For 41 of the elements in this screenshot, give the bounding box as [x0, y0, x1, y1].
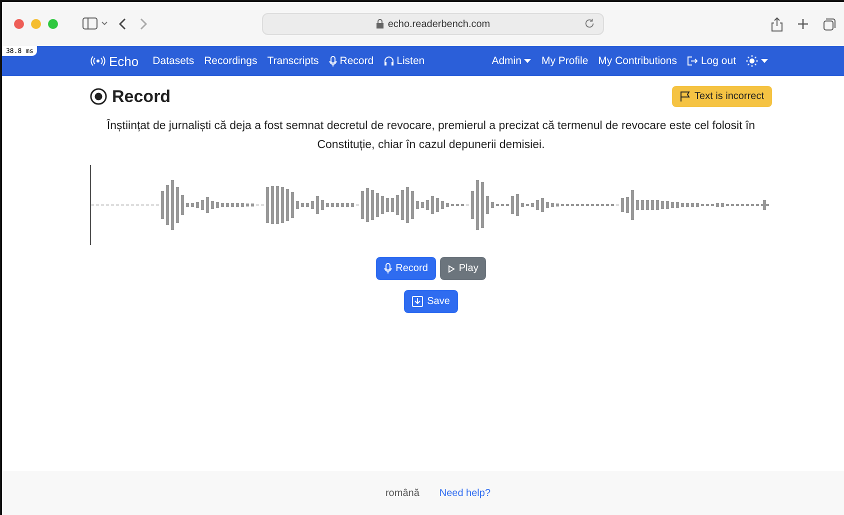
nav-link[interactable]: My Contributions — [598, 55, 677, 67]
tabs-overview-icon[interactable] — [823, 18, 836, 30]
nav-link[interactable]: Listen — [384, 55, 425, 67]
back-icon[interactable] — [118, 17, 128, 31]
download-icon — [412, 296, 424, 307]
language-label: română — [385, 488, 420, 498]
address-bar[interactable]: echo.readerbench.com — [262, 13, 604, 35]
play-icon — [448, 264, 455, 272]
brand-link[interactable]: Echo — [90, 54, 139, 68]
microphone-icon — [384, 263, 392, 274]
sun-icon — [746, 55, 758, 67]
caret-icon — [524, 58, 532, 64]
flag-icon — [680, 91, 691, 102]
headphones-icon — [384, 56, 394, 66]
caret-icon — [761, 58, 768, 64]
nav-link[interactable]: Recordings — [204, 55, 258, 67]
share-icon[interactable] — [771, 16, 783, 32]
prompt-text: Înștiințat de jurnaliști că deja a fost semnat decretul de revocare, premierul a precizat că termenul de revocare este cel folosit în Constituție, chiar în cazul depunerii demisiei. — [106, 118, 756, 153]
page-title: Record — [90, 86, 171, 106]
nav-link[interactable]: My Profile — [541, 55, 588, 67]
lock-icon — [376, 19, 384, 29]
nav-link[interactable]: Transcripts — [267, 55, 319, 67]
save-button[interactable]: Save — [404, 290, 458, 313]
report-button[interactable]: Text is incorrect — [672, 86, 772, 107]
microphone-icon — [328, 56, 337, 66]
theme-toggle[interactable] — [746, 55, 768, 67]
play-button[interactable]: Play — [440, 257, 486, 280]
new-tab-icon[interactable] — [797, 18, 809, 30]
sidebar-icon[interactable] — [82, 17, 108, 31]
nav-link[interactable]: Log out — [686, 55, 736, 67]
record-button[interactable]: Record — [376, 257, 436, 280]
nav-link[interactable]: Record — [328, 55, 374, 67]
reload-icon[interactable] — [584, 18, 595, 29]
logout-icon — [686, 56, 698, 66]
nav-link[interactable]: Admin — [492, 55, 532, 67]
broadcast-icon — [90, 56, 106, 66]
address-text: echo.readerbench.com — [388, 18, 490, 30]
help-link[interactable]: Need help? — [439, 488, 491, 498]
close-window-icon[interactable] — [14, 19, 24, 29]
record-icon — [90, 88, 107, 105]
nav-link[interactable]: Datasets — [152, 55, 194, 67]
